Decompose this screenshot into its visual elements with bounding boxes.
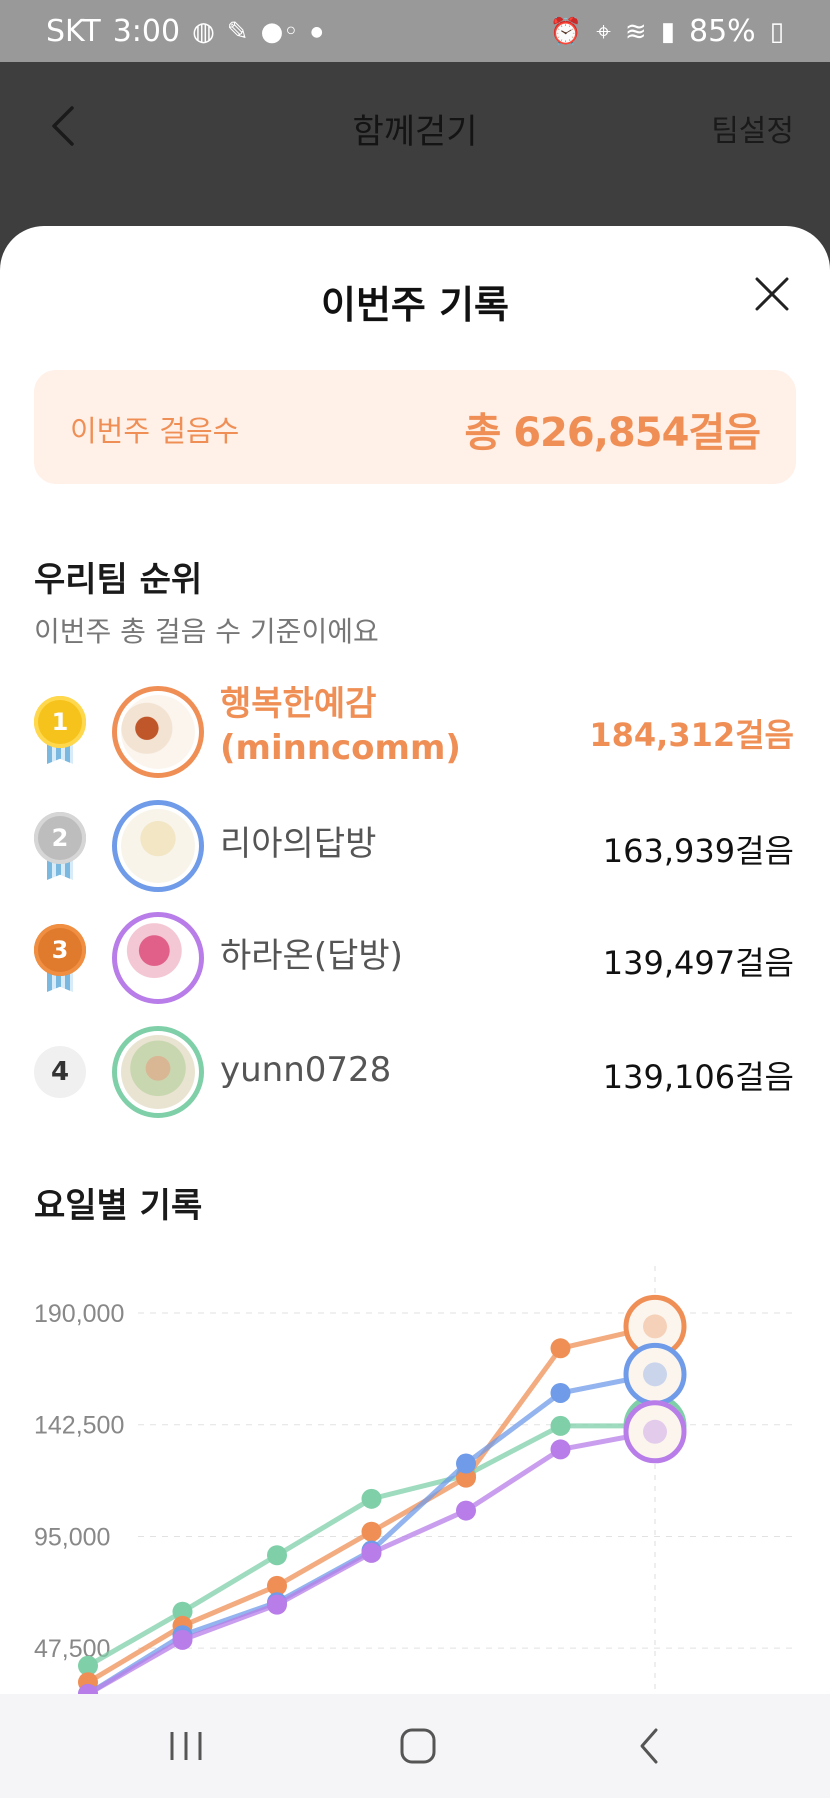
rank-steps: 184,312걸음 — [589, 716, 794, 754]
team-settings-button[interactable]: 팀설정 — [711, 106, 794, 150]
rank-row-3[interactable]: 3 하라온(답방) 139,497걸음 — [0, 912, 830, 1012]
avatar — [112, 1026, 204, 1118]
data-point — [550, 1382, 571, 1403]
ranking-subtitle: 이번주 총 걸음 수 기준이에요 — [34, 615, 379, 648]
data-point — [550, 1338, 571, 1359]
rank-row-4[interactable]: 4 yunn0728 139,106걸음 — [0, 1024, 830, 1124]
recents-icon[interactable] — [156, 1718, 216, 1774]
rank-name: 리아의답방 — [220, 824, 377, 864]
alarm-icon: ⏰ — [549, 16, 583, 47]
rank-steps: 139,106걸음 — [602, 1058, 794, 1096]
rank-name: 행복한예감 (minncomm) — [220, 682, 461, 770]
app-title: 함께걷기 — [352, 112, 478, 152]
silver-medal-icon: 2 — [34, 812, 86, 884]
dot-icon: ● — [310, 23, 323, 40]
data-point — [550, 1415, 571, 1436]
daily-line-chart: 190,000142,50095,00047,500 — [34, 1266, 792, 1694]
wifi-icon: ≋ — [624, 16, 647, 47]
y-tick-label: 142,500 — [34, 1412, 124, 1440]
sheet-title: 이번주 기록 — [320, 283, 510, 327]
carrier-label: SKT — [46, 14, 101, 49]
weekly-total-card: 이번주 걸음수 총 626,854걸음 — [34, 370, 796, 484]
notification-icon: ✎ — [226, 16, 249, 47]
rank-number: 3 — [34, 924, 86, 976]
data-point — [456, 1453, 476, 1474]
rank-name: 하라온(답방) — [220, 936, 403, 976]
rank-number: 2 — [34, 812, 86, 864]
rank-name-line1: 행복한예감 — [220, 684, 377, 724]
app-bar: 함께걷기 팀설정 — [0, 62, 830, 242]
back-icon[interactable] — [620, 1718, 680, 1774]
rank-row-1[interactable]: 1 행복한예감 (minncomm) 184,312걸음 — [0, 682, 830, 782]
gold-medal-icon: 1 — [34, 696, 86, 768]
status-bar: SKT 3:00 ◍ ✎ ●◦ ● ⏰ ⌖ ≋ ▮ 85% ▯ — [0, 0, 830, 62]
data-point — [361, 1521, 382, 1542]
y-tick-label: 95,000 — [34, 1523, 110, 1551]
data-point — [267, 1594, 287, 1615]
status-right: ⏰ ⌖ ≋ ▮ 85% ▯ — [550, 14, 784, 49]
rank-name: yunn0728 — [220, 1050, 392, 1090]
data-point — [361, 1488, 382, 1509]
battery-percent: 85% — [689, 14, 756, 49]
rank-row-2[interactable]: 2 리아의답방 163,939걸음 — [0, 800, 830, 900]
rank-name-line2: (minncomm) — [220, 728, 461, 768]
chart-y-ticks: 190,000142,50095,00047,500 — [34, 1300, 124, 1663]
rank-steps: 163,939걸음 — [602, 832, 794, 870]
end-avatar — [623, 1342, 687, 1406]
signal-icon: ▮ — [660, 16, 675, 47]
rank-number: 4 — [34, 1046, 86, 1098]
weekly-total-label: 이번주 걸음수 — [70, 414, 240, 448]
status-left: SKT 3:00 ◍ ✎ ●◦ ● — [46, 14, 323, 49]
data-point — [361, 1542, 382, 1563]
avatar — [112, 686, 204, 778]
avatar — [112, 800, 204, 892]
battery-icon: ▯ — [769, 16, 784, 47]
data-point — [550, 1439, 571, 1460]
weekly-record-sheet: 이번주 기록 이번주 걸음수 총 626,854걸음 우리팀 순위 이번주 총 … — [0, 226, 830, 1694]
avatar — [112, 912, 204, 1004]
daily-title: 요일별 기록 — [34, 1186, 203, 1226]
home-icon[interactable] — [388, 1718, 448, 1774]
weekly-total-value: 총 626,854걸음 — [464, 410, 761, 456]
dots-icon: ●◦ — [260, 16, 299, 47]
close-icon[interactable] — [754, 276, 790, 312]
rank-steps: 139,497걸음 — [602, 944, 794, 982]
y-tick-label: 190,000 — [34, 1300, 124, 1328]
location-icon: ⌖ — [596, 16, 611, 47]
rank-number: 1 — [34, 696, 86, 748]
end-avatar — [623, 1400, 687, 1464]
chart-series — [78, 1323, 656, 1694]
system-nav-bar — [0, 1694, 830, 1798]
chart-end-avatars — [623, 1294, 687, 1464]
ranking-title: 우리팀 순위 — [34, 560, 203, 600]
data-point — [267, 1545, 287, 1566]
data-point — [172, 1629, 193, 1650]
globe-icon: ◍ — [192, 16, 215, 47]
bronze-medal-icon: 3 — [34, 924, 86, 996]
data-point — [456, 1500, 476, 1521]
clock: 3:00 — [112, 14, 181, 49]
